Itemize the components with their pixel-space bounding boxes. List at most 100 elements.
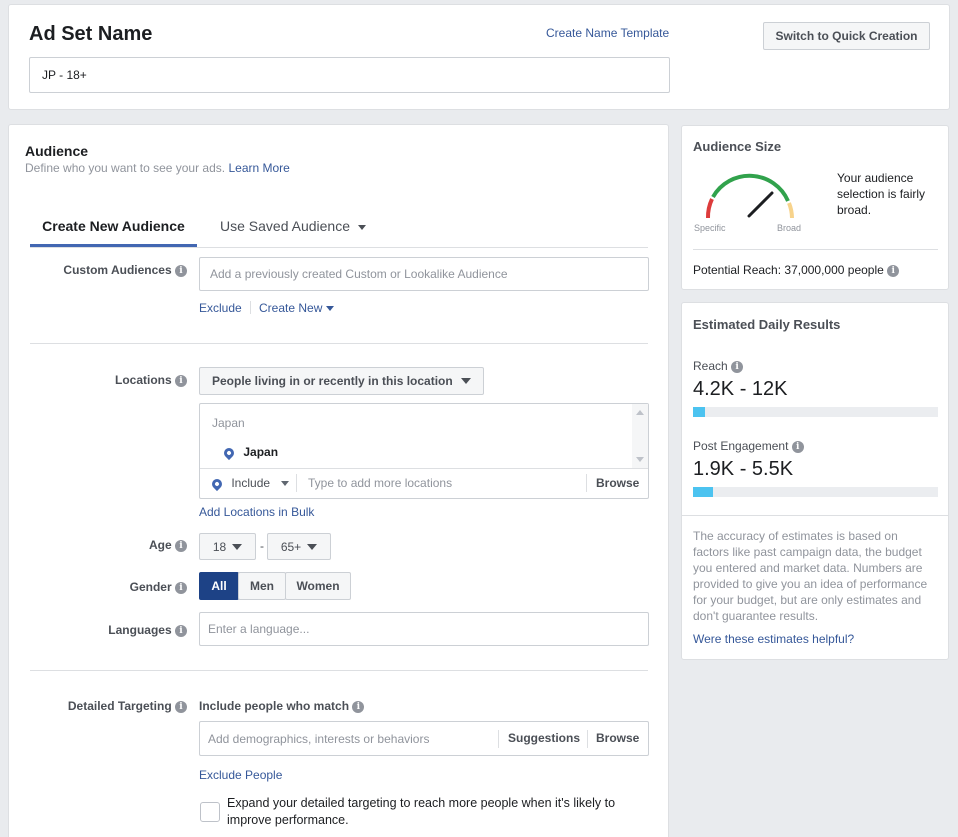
selected-location[interactable]: Japan — [221, 445, 279, 460]
language-placeholder: Enter a language... — [208, 622, 310, 636]
include-dropdown[interactable]: Include — [209, 476, 290, 491]
link-separator — [250, 301, 251, 314]
tab-create-new-audience[interactable]: Create New Audience — [30, 209, 197, 247]
locations-browse-button[interactable]: Browse — [596, 476, 639, 490]
info-icon[interactable]: i — [175, 624, 187, 637]
location-type-label: People living in or recently in this loc… — [212, 374, 453, 388]
scroll-up-icon[interactable] — [636, 410, 644, 415]
detailed-targeting-input[interactable]: Add demographics, interests or behaviors… — [199, 721, 649, 756]
tab-use-saved-label: Use Saved Audience — [220, 218, 350, 234]
reach-value: 4.2K - 12K — [693, 378, 788, 400]
browse-separator — [586, 474, 587, 492]
locations-label: Locations i — [29, 373, 187, 387]
estimated-results-title: Estimated Daily Results — [693, 317, 841, 332]
age-min-select[interactable]: 18 — [199, 533, 256, 560]
chevron-down-icon — [357, 224, 366, 230]
age-label: Age i — [29, 538, 187, 552]
reach-label-text: Reach — [693, 359, 728, 373]
create-name-template-link[interactable]: Create Name Template — [546, 26, 669, 40]
info-icon[interactable]: i — [887, 264, 900, 277]
tab-create-new-label: Create New Audience — [42, 218, 185, 234]
age-separator: - — [260, 539, 264, 553]
custom-audiences-label-text: Custom Audiences — [63, 263, 172, 277]
selected-location-name: Japan — [243, 445, 279, 459]
gender-label-text: Gender — [129, 580, 172, 594]
engagement-label-text: Post Engagement — [693, 439, 789, 453]
ad-set-name-input[interactable]: JP - 18+ — [29, 57, 670, 93]
languages-label-text: Languages — [108, 623, 172, 637]
estimated-divider — [682, 515, 948, 516]
add-locations-bulk-link[interactable]: Add Locations in Bulk — [199, 505, 314, 519]
language-input[interactable]: Enter a language... — [199, 612, 649, 646]
gender-all-button[interactable]: All — [199, 572, 239, 600]
include-people-text: Include people who match — [199, 699, 350, 713]
estimates-helpful-link[interactable]: Were these estimates helpful? — [693, 632, 854, 646]
audience-size-card: Audience Size Specific Broad Your audien… — [681, 125, 949, 290]
locations-scrollbar[interactable] — [632, 404, 648, 468]
potential-reach-text: Potential Reach: 37,000,000 people — [693, 263, 884, 277]
reach-bar — [693, 407, 938, 417]
location-group-label: Japan — [212, 416, 245, 430]
add-location-input[interactable]: Type to add more locations — [308, 476, 452, 490]
chevron-down-icon — [460, 378, 471, 384]
info-icon[interactable]: i — [791, 440, 804, 453]
gauge-specific-label: Specific — [694, 223, 726, 233]
info-icon[interactable]: i — [175, 700, 187, 713]
include-label: Include — [231, 476, 271, 490]
suggestions-separator — [498, 730, 499, 748]
include-people-label: Include people who match i — [199, 699, 365, 713]
audience-subtitle-text: Define who you want to see your ads. — [25, 161, 226, 175]
gender-men-button[interactable]: Men — [238, 572, 286, 600]
locations-box-divider — [200, 468, 648, 469]
engagement-value: 1.9K - 5.5K — [693, 458, 794, 480]
detailed-targeting-label-text: Detailed Targeting — [67, 699, 172, 713]
audience-title: Audience — [25, 143, 89, 159]
info-icon[interactable]: i — [175, 539, 187, 552]
potential-reach: Potential Reach: 37,000,000 people i — [693, 263, 900, 277]
chevron-down-icon — [307, 543, 318, 550]
chevron-down-icon — [281, 481, 290, 487]
custom-audience-placeholder: Add a previously created Custom or Looka… — [210, 267, 508, 281]
locations-label-text: Locations — [114, 373, 172, 387]
ad-set-name-title: Ad Set Name — [29, 23, 153, 45]
audience-size-title: Audience Size — [693, 139, 782, 154]
create-new-label: Create New — [259, 301, 323, 315]
gauge-arc-specific — [706, 198, 714, 219]
gauge-arc-broad — [787, 202, 794, 219]
exclude-people-link[interactable]: Exclude People — [199, 768, 282, 782]
include-separator — [296, 474, 297, 492]
estimates-disclaimer: The accuracy of estimates is based on fa… — [693, 529, 928, 623]
age-label-text: Age — [148, 538, 172, 552]
info-icon[interactable]: i — [175, 264, 187, 277]
scroll-down-icon[interactable] — [636, 457, 644, 462]
expand-targeting-checkbox[interactable] — [200, 802, 220, 822]
create-new-dropdown[interactable]: Create New — [259, 301, 334, 315]
detailed-targeting-placeholder: Add demographics, interests or behaviors — [208, 732, 430, 746]
section-divider — [30, 670, 648, 671]
learn-more-link[interactable]: Learn More — [228, 161, 289, 175]
switch-quick-creation-button[interactable]: Switch to Quick Creation — [763, 22, 930, 50]
location-type-dropdown[interactable]: People living in or recently in this loc… — [199, 367, 484, 395]
tabs-divider — [30, 247, 648, 248]
tab-use-saved-audience[interactable]: Use Saved Audience — [220, 209, 366, 247]
info-icon[interactable]: i — [175, 374, 187, 387]
engagement-bar — [693, 487, 938, 497]
custom-audience-input[interactable]: Add a previously created Custom or Looka… — [199, 257, 649, 291]
custom-audiences-label: Custom Audiences i — [29, 263, 187, 277]
engagement-label: Post Engagement i — [693, 439, 804, 453]
audience-size-description: Your audience selection is fairly broad. — [837, 171, 926, 217]
age-min-value: 18 — [212, 539, 227, 554]
ad-set-name-card: Ad Set Name Create Name Template Switch … — [8, 4, 950, 110]
section-divider — [30, 343, 648, 344]
info-icon[interactable]: i — [175, 581, 187, 594]
gender-women-button[interactable]: Women — [285, 572, 351, 600]
location-pin-icon — [209, 476, 225, 491]
age-max-select[interactable]: 65+ — [267, 533, 331, 560]
browse-separator — [587, 730, 588, 748]
detailed-browse-button[interactable]: Browse — [596, 731, 639, 745]
info-icon[interactable]: i — [352, 700, 365, 713]
suggestions-button[interactable]: Suggestions — [508, 731, 580, 745]
reach-bar-fill — [693, 407, 706, 417]
info-icon[interactable]: i — [731, 360, 744, 373]
exclude-link[interactable]: Exclude — [199, 301, 242, 315]
